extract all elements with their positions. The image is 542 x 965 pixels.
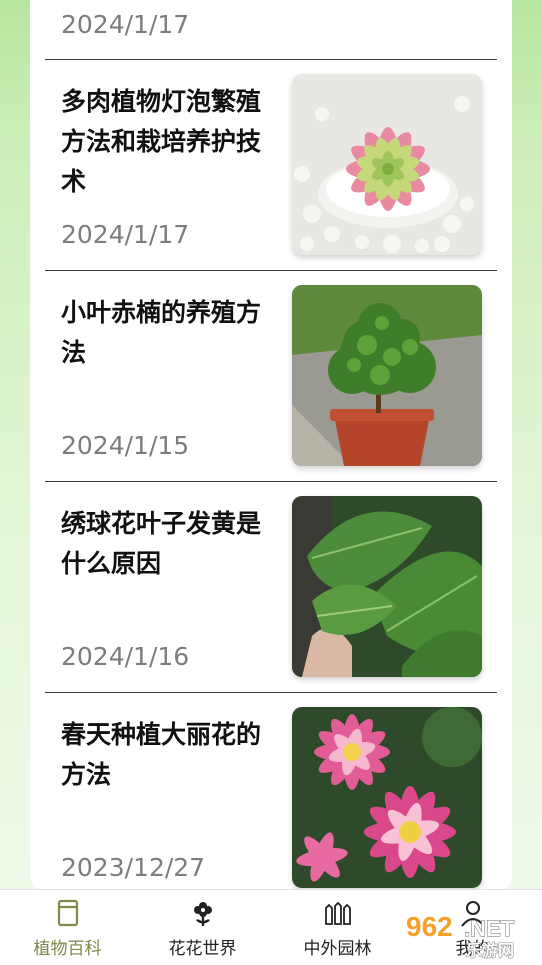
list-item[interactable]: 春天种植大丽花的方法 2023/12/27 [30,703,512,890]
potted-shrub-photo [292,285,482,466]
book-icon [53,898,83,928]
list-item[interactable]: 多肉植物灯泡繁殖方法和栽培养护技术 2024/1/17 [30,70,512,280]
article-thumbnail [292,285,482,466]
article-date: 2024/1/17 [61,220,190,249]
article-title: 绣球花叶子发黄是什么原因 [61,509,262,578]
article-list: 2024/1/17 多肉植物灯泡繁殖方法和栽培养护技术 2024/1/17 小叶… [30,0,512,890]
tab-plant-encyclopedia[interactable]: 植物百科 [0,890,135,965]
watermark-logo: 962 .NET 乐游网 [404,906,536,960]
tab-label: 植物百科 [33,939,102,959]
article-title: 春天种植大丽花的方法 [61,720,262,789]
svg-text:.NET: .NET [464,916,515,941]
article-date: 2023/12/27 [61,853,206,882]
dahlia-flowers-photo [292,707,482,888]
svg-text:乐游网: 乐游网 [466,941,514,960]
hydrangea-leaves-photo [292,496,482,677]
tab-label: 花花世界 [168,939,237,959]
succulent-photo [292,74,482,255]
article-date: 2024/1/15 [61,431,190,460]
svg-text:962: 962 [406,911,453,942]
list-item[interactable]: 绣球花叶子发黄是什么原因 2024/1/16 [30,492,512,702]
list-item[interactable]: 小叶赤楠的养殖方法 2024/1/15 [30,281,512,491]
flower-icon [188,898,218,928]
divider [45,270,497,271]
article-thumbnail [292,707,482,888]
article-date: 2024/1/17 [61,10,190,39]
divider [45,692,497,693]
divider [45,59,497,60]
article-thumbnail [292,496,482,677]
article-title: 小叶赤楠的养殖方法 [61,298,262,367]
article-date: 2024/1/16 [61,642,190,671]
fence-icon [323,898,353,928]
tab-gardens[interactable]: 中外园林 [270,890,405,965]
article-title: 多肉植物灯泡繁殖方法和栽培养护技术 [61,87,262,196]
article-thumbnail [292,74,482,255]
tab-flower-world[interactable]: 花花世界 [135,890,270,965]
divider [45,481,497,482]
tab-label: 中外园林 [303,939,372,959]
